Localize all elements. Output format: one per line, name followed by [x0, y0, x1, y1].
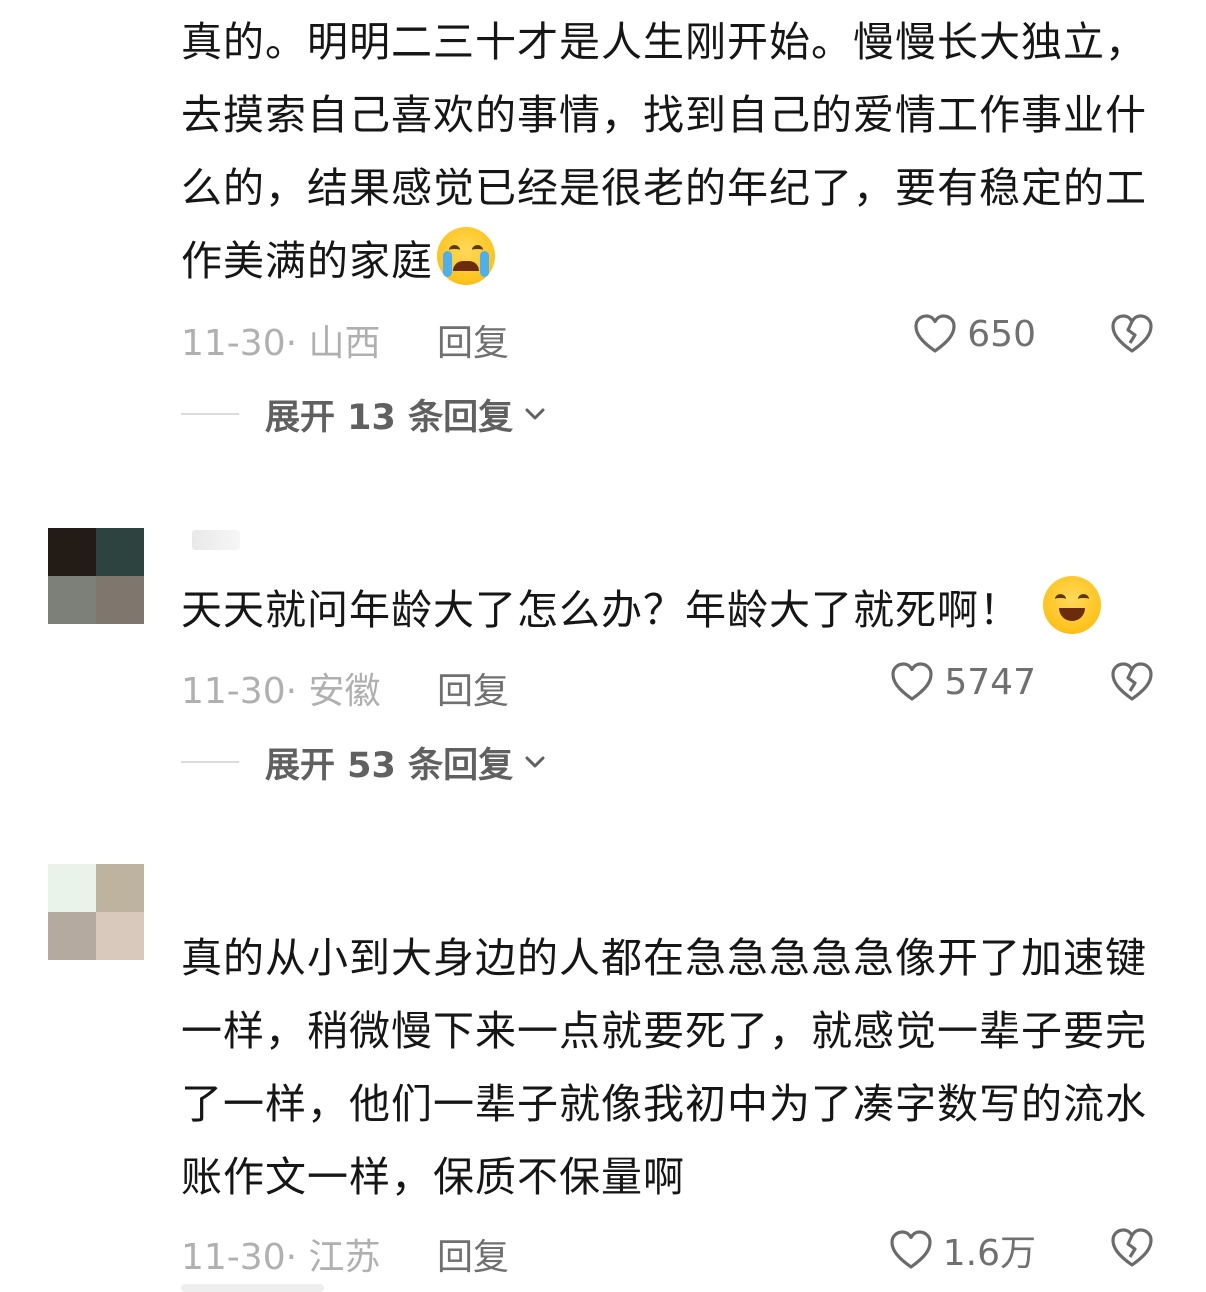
chevron-down-icon	[525, 756, 545, 768]
reply-button[interactable]: 回复	[437, 662, 509, 714]
comment-date: 11-30· 山西	[181, 323, 381, 364]
expand-replies-label: 展开 13 条回复	[265, 397, 514, 438]
comment-meta: 11-30· 江苏 回复 1.6万	[181, 1224, 1156, 1278]
avatar[interactable]	[48, 864, 144, 960]
broken-heart-icon[interactable]	[1108, 310, 1156, 358]
like-count: 5747	[944, 661, 1036, 703]
avatar-pixel	[48, 864, 96, 912]
heart-icon	[890, 1230, 932, 1269]
avatar-pixel	[48, 0, 96, 48]
avatar[interactable]	[48, 528, 144, 624]
reply-button[interactable]: 回复	[437, 1228, 509, 1280]
comment-region: 山西	[308, 323, 381, 364]
expand-replies-stub	[181, 1284, 324, 1292]
username-blurred[interactable]	[192, 530, 240, 550]
avatar-pixel	[48, 528, 96, 576]
comment-region: 江苏	[308, 1237, 381, 1278]
reply-button[interactable]: 回复	[437, 314, 509, 366]
avatar-pixel	[48, 912, 96, 960]
like-button[interactable]: 5747	[888, 658, 1036, 706]
comment-meta: 11-30· 山西 回复 650	[181, 310, 1156, 364]
comment-date: 11-30· 江苏	[181, 1237, 381, 1278]
comment-text: 天天就问年龄大了怎么办？年龄大了就死啊！	[181, 574, 1156, 647]
comment-text: 真的从小到大身边的人都在急急急急急像开了加速键一样，稍微慢下来一点就要死了，就感…	[181, 934, 1147, 1201]
avatar-pixel	[96, 528, 144, 576]
broken-heart-icon[interactable]	[1108, 658, 1156, 706]
crying-face-icon	[437, 227, 495, 285]
expand-replies-button[interactable]: 展开 53 条回复	[181, 740, 551, 786]
avatar-pixel	[96, 864, 144, 912]
divider	[181, 413, 239, 415]
avatar-pixel	[96, 0, 144, 48]
avatar-pixel	[48, 576, 96, 624]
heart-icon	[914, 314, 956, 353]
like-count: 650	[967, 313, 1036, 355]
broken-heart-icon[interactable]	[1108, 1224, 1156, 1272]
comment-text: 真的。明明二三十才是人生刚开始。慢慢长大独立，去摸索自己喜欢的事情，找到自己的爱…	[181, 18, 1147, 285]
expand-replies-button[interactable]: 展开 13 条回复	[181, 392, 551, 438]
grinning-face-icon	[1043, 576, 1101, 634]
comment-date: 11-30· 安徽	[181, 671, 381, 712]
comment-meta: 11-30· 安徽 回复 5747	[181, 658, 1156, 712]
avatar[interactable]	[48, 0, 144, 48]
avatar-pixel	[96, 576, 144, 624]
comment-region: 安徽	[308, 671, 381, 712]
like-button[interactable]: 650	[911, 310, 1036, 358]
avatar-pixel	[96, 912, 144, 960]
divider	[181, 761, 239, 763]
like-button[interactable]: 1.6万	[887, 1224, 1036, 1276]
chevron-down-icon	[525, 408, 545, 420]
heart-icon	[891, 662, 933, 701]
like-count: 1.6万	[942, 1233, 1036, 1274]
expand-replies-label: 展开 53 条回复	[265, 745, 514, 786]
